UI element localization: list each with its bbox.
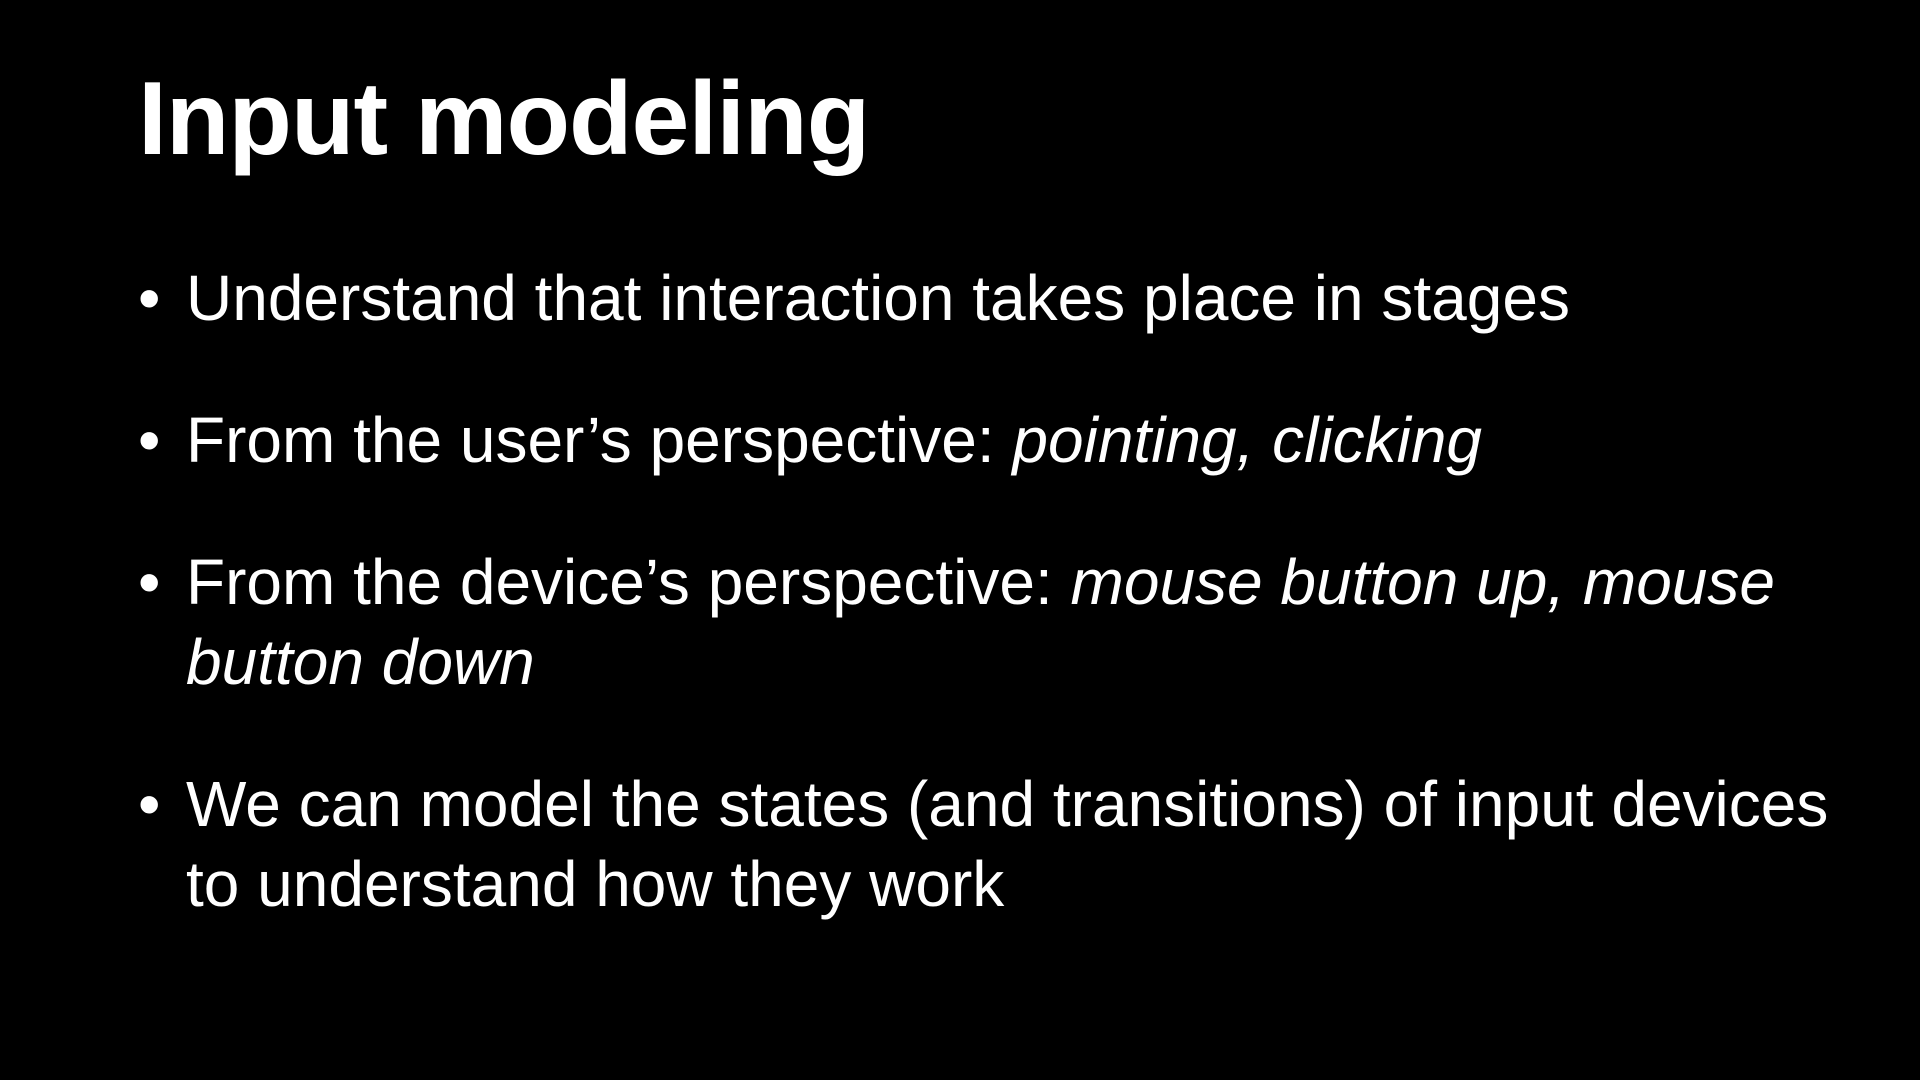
- bullet-item: • From the user’s perspective: pointing,…: [138, 400, 1858, 480]
- bullet-text: We can model the states (and transitions…: [186, 768, 1829, 920]
- bullet-text: From the user’s perspective:: [186, 404, 1013, 476]
- bullet-marker: •: [138, 546, 161, 618]
- bullet-item: • Understand that interaction takes plac…: [138, 258, 1858, 338]
- bullet-marker: •: [138, 262, 161, 334]
- bullet-emphasis: pointing, clicking: [1012, 404, 1482, 476]
- slide-title: Input modeling: [138, 61, 870, 177]
- bullet-text: Understand that interaction takes place …: [186, 262, 1570, 334]
- bullet-item: • We can model the states (and transitio…: [138, 764, 1858, 924]
- bullet-list: • Understand that interaction takes plac…: [138, 258, 1858, 986]
- slide: Input modeling • Understand that interac…: [0, 0, 1920, 1080]
- bullet-item: • From the device’s perspective: mouse b…: [138, 542, 1858, 702]
- bullet-text: From the device’s perspective:: [186, 546, 1071, 618]
- bullet-marker: •: [138, 404, 161, 476]
- bullet-marker: •: [138, 768, 161, 840]
